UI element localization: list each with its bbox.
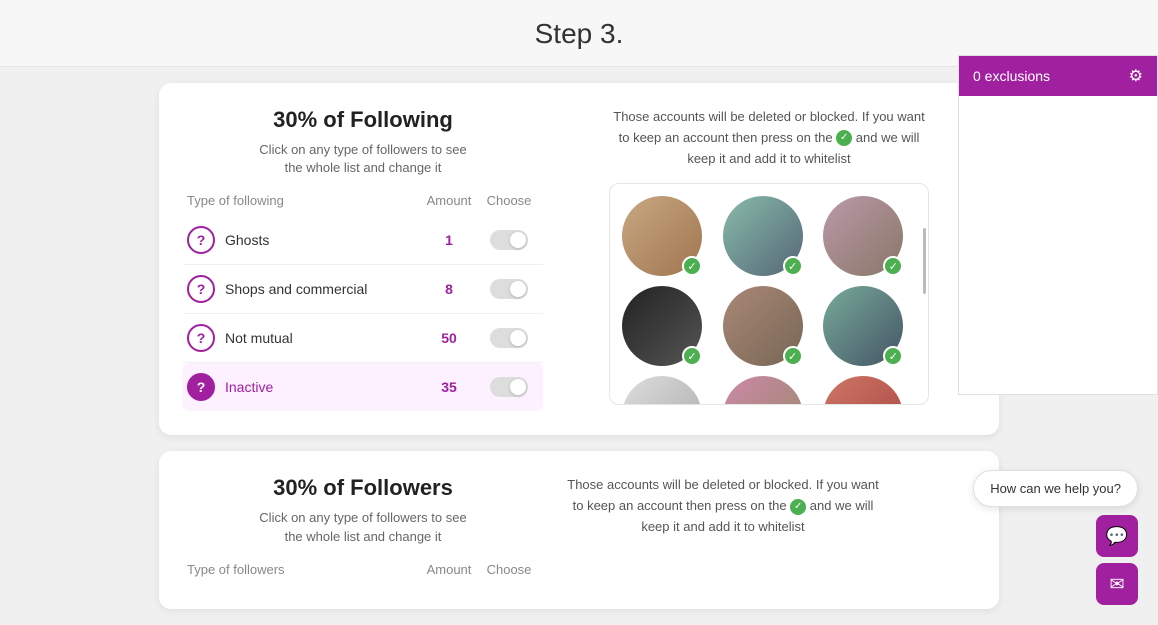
following-title: 30% of Following bbox=[183, 107, 543, 133]
exclusions-filter-icon[interactable]: ⚙ bbox=[1129, 66, 1143, 86]
row-inactive-toggle[interactable] bbox=[479, 377, 539, 397]
chat-message-button[interactable]: 💬 bbox=[1096, 515, 1138, 557]
profile-item-4[interactable]: ✓ bbox=[622, 286, 704, 368]
profile-item-6[interactable]: ✓ bbox=[823, 286, 905, 368]
row-ghosts-icon: ? bbox=[187, 226, 215, 254]
exclusions-panel: 0 exclusions ⚙ bbox=[958, 55, 1158, 395]
followers-subtitle: Click on any type of followers to seethe… bbox=[183, 509, 543, 545]
row-ghosts-label: Ghosts bbox=[225, 232, 419, 248]
followers-card-left: 30% of Followers Click on any type of fo… bbox=[183, 475, 543, 584]
col-choose-label: Choose bbox=[479, 193, 539, 208]
profile-grid: ✓ ✓ ✓ ✓ ✓ bbox=[610, 184, 928, 404]
row-shops[interactable]: ? Shops and commercial 8 bbox=[183, 265, 543, 314]
check-4: ✓ bbox=[682, 346, 702, 366]
chat-buttons: 💬 ✉ bbox=[1096, 515, 1138, 605]
row-shops-label: Shops and commercial bbox=[225, 281, 419, 297]
scrollbar bbox=[923, 228, 926, 294]
followers-col-type: Type of followers bbox=[187, 562, 419, 577]
followers-col-amount: Amount bbox=[419, 562, 479, 577]
row-inactive-label: Inactive bbox=[225, 379, 419, 395]
row-shops-toggle[interactable] bbox=[479, 279, 539, 299]
check-5: ✓ bbox=[783, 346, 803, 366]
exclusions-header[interactable]: 0 exclusions ⚙ bbox=[959, 56, 1157, 96]
check-2: ✓ bbox=[783, 256, 803, 276]
row-ghosts-toggle[interactable] bbox=[479, 230, 539, 250]
followers-table-header: Type of followers Amount Choose bbox=[183, 562, 543, 577]
avatar-8 bbox=[723, 376, 803, 404]
profile-item-7[interactable]: ✓ bbox=[622, 376, 704, 404]
col-amount-label: Amount bbox=[419, 193, 479, 208]
chat-widget: How can we help you? 💬 ✉ bbox=[973, 470, 1138, 605]
following-card: 30% of Following Click on any type of fo… bbox=[159, 83, 999, 435]
row-not-mutual-icon: ? bbox=[187, 324, 215, 352]
row-inactive-icon: ? bbox=[187, 373, 215, 401]
toggle-inactive[interactable] bbox=[490, 377, 528, 397]
profile-item-5[interactable]: ✓ bbox=[723, 286, 805, 368]
profile-item-9[interactable]: ✓ bbox=[823, 376, 905, 404]
profile-item-2[interactable]: ✓ bbox=[723, 196, 805, 278]
check-icon-info2: ✓ bbox=[790, 499, 806, 515]
avatar-7 bbox=[622, 376, 702, 404]
followers-title: 30% of Followers bbox=[183, 475, 543, 501]
row-inactive[interactable]: ? Inactive 35 bbox=[183, 363, 543, 411]
profile-item-1[interactable]: ✓ bbox=[622, 196, 704, 278]
check-1: ✓ bbox=[682, 256, 702, 276]
avatar-9 bbox=[823, 376, 903, 404]
profile-grid-container: ✓ ✓ ✓ ✓ ✓ bbox=[609, 183, 929, 405]
following-card-right: Those accounts will be deleted or blocke… bbox=[563, 107, 975, 411]
row-not-mutual-amount: 50 bbox=[419, 330, 479, 346]
following-table-header: Type of following Amount Choose bbox=[183, 193, 543, 208]
profile-item-3[interactable]: ✓ bbox=[823, 196, 905, 278]
following-subtitle: Click on any type of followers to seethe… bbox=[183, 141, 543, 177]
check-6: ✓ bbox=[883, 346, 903, 366]
row-not-mutual-label: Not mutual bbox=[225, 330, 419, 346]
row-not-mutual-toggle[interactable] bbox=[479, 328, 539, 348]
row-not-mutual[interactable]: ? Not mutual 50 bbox=[183, 314, 543, 363]
following-info-text: Those accounts will be deleted or blocke… bbox=[609, 107, 929, 169]
row-ghosts-amount: 1 bbox=[419, 232, 479, 248]
followers-card: 30% of Followers Click on any type of fo… bbox=[159, 451, 999, 608]
exclusions-label: 0 exclusions bbox=[973, 68, 1050, 84]
followers-col-choose: Choose bbox=[479, 562, 539, 577]
row-ghosts[interactable]: ? Ghosts 1 bbox=[183, 216, 543, 265]
check-3: ✓ bbox=[883, 256, 903, 276]
toggle-ghosts[interactable] bbox=[490, 230, 528, 250]
toggle-shops[interactable] bbox=[490, 279, 528, 299]
chat-help-bubble: How can we help you? bbox=[973, 470, 1138, 507]
followers-info-text: Those accounts will be deleted or blocke… bbox=[563, 475, 883, 537]
row-shops-amount: 8 bbox=[419, 281, 479, 297]
following-card-left: 30% of Following Click on any type of fo… bbox=[183, 107, 543, 411]
row-shops-icon: ? bbox=[187, 275, 215, 303]
followers-card-right: Those accounts will be deleted or blocke… bbox=[563, 475, 975, 584]
col-type-label: Type of following bbox=[187, 193, 419, 208]
profile-item-8[interactable]: ✓ bbox=[723, 376, 805, 404]
check-icon-info: ✓ bbox=[836, 130, 852, 146]
row-inactive-amount: 35 bbox=[419, 379, 479, 395]
chat-email-button[interactable]: ✉ bbox=[1096, 563, 1138, 605]
toggle-not-mutual[interactable] bbox=[490, 328, 528, 348]
